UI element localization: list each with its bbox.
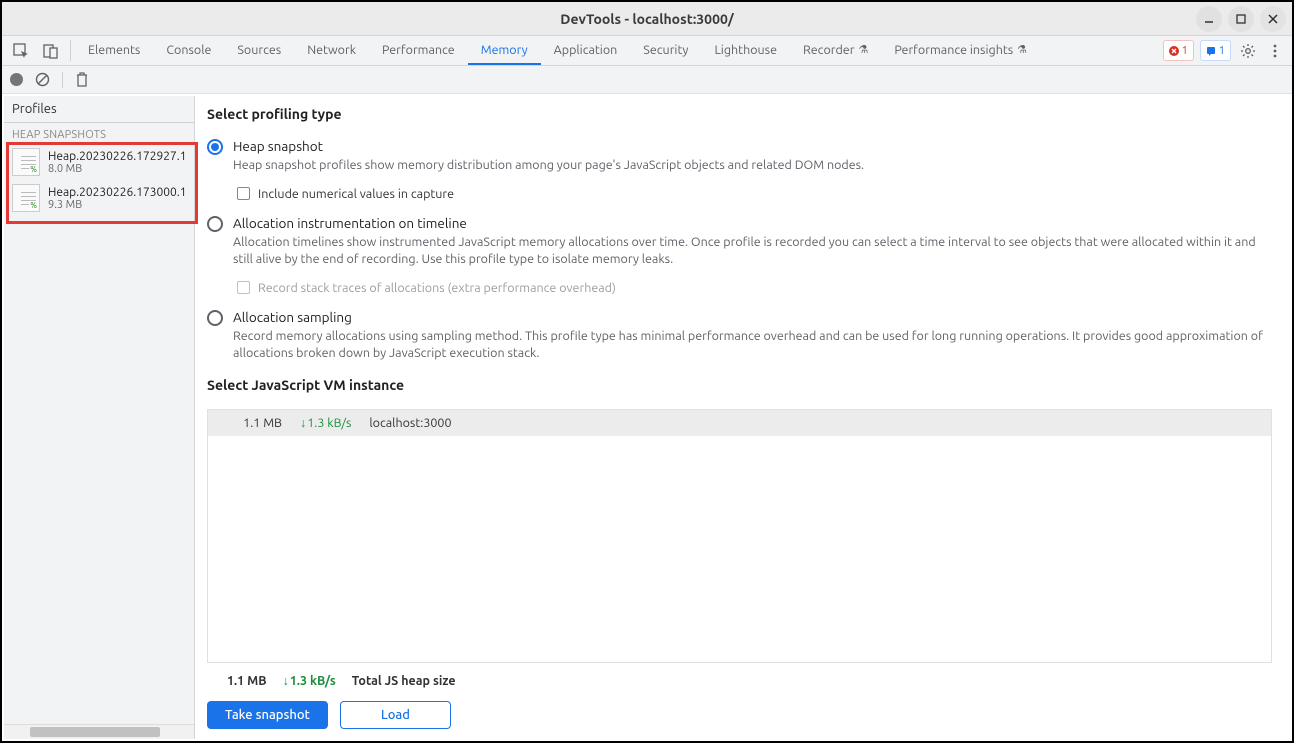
radio-allocation-timeline[interactable]	[207, 216, 223, 232]
option-desc: Allocation timelines show instrumented J…	[233, 234, 1272, 269]
issues-icon	[1206, 46, 1216, 56]
record-icon	[10, 73, 23, 86]
option-desc: Heap snapshot profiles show memory distr…	[233, 157, 1272, 175]
radio-allocation-sampling[interactable]	[207, 310, 223, 326]
tab-performance[interactable]: Performance	[369, 36, 468, 65]
settings-button[interactable]	[1234, 36, 1262, 65]
trash-icon	[75, 72, 89, 87]
heap-snapshot-item[interactable]: % Heap.20230226.173000.17 9.3 MB	[4, 180, 194, 216]
panel-tabstrip: Elements Console Sources Network Perform…	[2, 36, 1292, 66]
option-heap-snapshot[interactable]: Heap snapshot Heap snapshot profiles sho…	[207, 138, 1272, 175]
inspect-element-button[interactable]	[6, 36, 36, 65]
vm-rate: 1.3 kB/s	[300, 416, 351, 430]
vm-host: localhost:3000	[369, 416, 451, 430]
tab-recorder[interactable]: Recorder⚗	[790, 36, 881, 65]
status-label: Total JS heap size	[352, 674, 456, 688]
device-icon	[43, 43, 59, 59]
snapshot-size: 8.0 MB	[48, 163, 186, 175]
tab-memory[interactable]: Memory	[468, 36, 541, 65]
checkbox-icon	[237, 281, 250, 294]
kebab-icon	[1268, 43, 1282, 59]
inspect-icon	[13, 43, 29, 59]
vm-instance-list: 1.1 MB 1.3 kB/s localhost:3000	[207, 409, 1272, 663]
device-toggle-button[interactable]	[36, 36, 66, 65]
error-counter[interactable]: 1	[1163, 40, 1194, 61]
tab-network[interactable]: Network	[294, 36, 369, 65]
sidebar-category: HEAP SNAPSHOTS	[4, 123, 194, 144]
error-icon	[1169, 46, 1179, 56]
option-title: Heap snapshot	[233, 138, 1272, 154]
minimize-icon	[1203, 13, 1215, 25]
option-title: Allocation instrumentation on timeline	[233, 215, 1272, 231]
sidebar-horizontal-scrollbar[interactable]	[4, 724, 194, 739]
tab-elements[interactable]: Elements	[75, 36, 153, 65]
clear-icon	[35, 72, 50, 87]
snapshot-icon: %	[12, 184, 40, 212]
gear-icon	[1240, 43, 1256, 59]
flask-icon: ⚗	[1017, 43, 1027, 56]
status-size: 1.1 MB	[227, 674, 267, 688]
maximize-icon	[1235, 13, 1247, 25]
option-desc: Record memory allocations using sampling…	[233, 328, 1272, 363]
tab-security[interactable]: Security	[630, 36, 701, 65]
radio-heap-snapshot[interactable]	[207, 139, 223, 155]
clear-button[interactable]	[35, 72, 50, 87]
option-allocation-timeline[interactable]: Allocation instrumentation on timeline A…	[207, 215, 1272, 269]
snapshot-name: Heap.20230226.173000.17	[48, 186, 186, 199]
tab-performance-insights[interactable]: Performance insights⚗	[881, 36, 1040, 65]
memory-main-panel: Select profiling type Heap snapshot Heap…	[195, 96, 1290, 739]
snapshot-icon: %	[12, 148, 40, 176]
record-button[interactable]	[10, 73, 23, 86]
tab-sources[interactable]: Sources	[224, 36, 294, 65]
delete-button[interactable]	[75, 72, 89, 87]
window-titlebar: DevTools - localhost:3000/	[2, 2, 1292, 36]
sidebar-title: Profiles	[4, 96, 194, 123]
status-rate: 1.3 kB/s	[283, 674, 336, 688]
more-menu-button[interactable]	[1262, 36, 1288, 65]
vm-instance-row[interactable]: 1.1 MB 1.3 kB/s localhost:3000	[208, 410, 1271, 436]
profiling-heading: Select profiling type	[207, 106, 1272, 122]
issues-counter[interactable]: 1	[1200, 40, 1231, 61]
checkbox-record-stack-traces: Record stack traces of allocations (extr…	[237, 281, 1272, 295]
tab-lighthouse[interactable]: Lighthouse	[701, 36, 790, 65]
tab-application[interactable]: Application	[541, 36, 631, 65]
heap-snapshot-item[interactable]: % Heap.20230226.172927.17 8.0 MB	[4, 144, 194, 180]
close-icon	[1267, 13, 1279, 25]
load-button[interactable]: Load	[340, 701, 451, 729]
take-snapshot-button[interactable]: Take snapshot	[207, 701, 328, 729]
vm-heading: Select JavaScript VM instance	[207, 377, 1272, 393]
vm-size: 1.1 MB	[222, 416, 282, 430]
scrollbar-thumb[interactable]	[30, 727, 160, 737]
window-close-button[interactable]	[1260, 6, 1286, 32]
window-minimize-button[interactable]	[1196, 6, 1222, 32]
checkbox-include-numerical[interactable]: Include numerical values in capture	[237, 187, 1272, 201]
window-maximize-button[interactable]	[1228, 6, 1254, 32]
flask-icon: ⚗	[858, 43, 868, 56]
snapshot-size: 9.3 MB	[48, 199, 186, 211]
option-title: Allocation sampling	[233, 309, 1272, 325]
profiles-sidebar: Profiles HEAP SNAPSHOTS % Heap.20230226.…	[4, 96, 195, 739]
option-allocation-sampling[interactable]: Allocation sampling Record memory alloca…	[207, 309, 1272, 363]
tab-console[interactable]: Console	[153, 36, 224, 65]
checkbox-icon	[237, 187, 250, 200]
window-title: DevTools - localhost:3000/	[560, 11, 734, 27]
heap-status-line: 1.1 MB 1.3 kB/s Total JS heap size	[207, 671, 1272, 691]
snapshot-name: Heap.20230226.172927.17	[48, 150, 186, 163]
memory-toolbar	[2, 66, 1292, 94]
